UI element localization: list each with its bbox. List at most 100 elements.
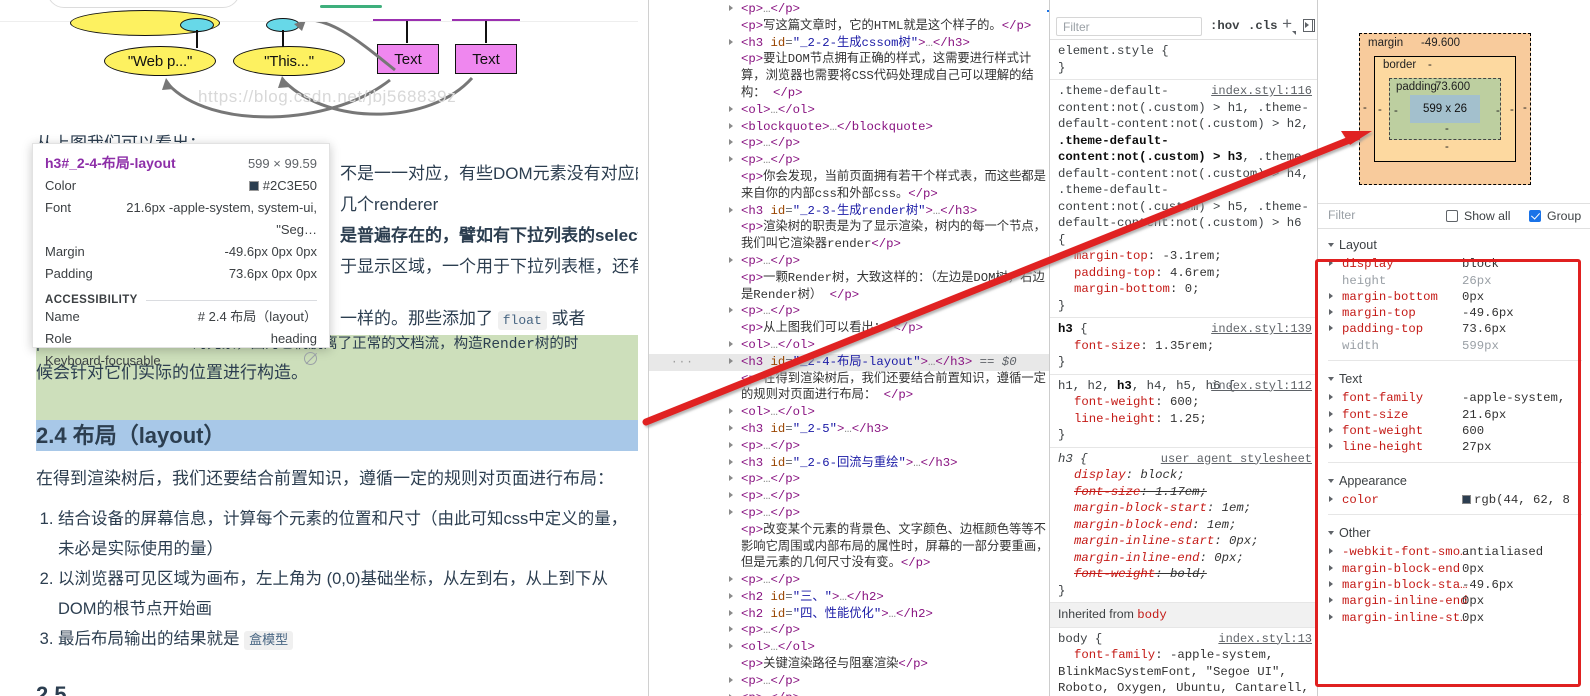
css-declaration[interactable]: margin-bottom: 0; — [1058, 281, 1312, 298]
box-model-diagram[interactable]: margin -49.600 - - - border - - - - padd… — [1359, 33, 1531, 185]
dom-node[interactable]: <ol>…</ol> — [649, 337, 1049, 354]
chevron-right-icon[interactable] — [729, 307, 733, 314]
computed-sidebar-toggle-icon[interactable] — [1303, 19, 1315, 32]
dom-node[interactable]: <ol>…</ol> — [649, 102, 1049, 119]
css-rule[interactable]: element.style {} — [1050, 40, 1317, 80]
dom-node[interactable]: <h2 id="三、">…</h2> — [649, 589, 1049, 606]
dom-node[interactable]: <p>…</p> — [649, 152, 1049, 169]
dom-node[interactable]: <p>写这篇文章时，它的HTML就是这个样子的。</p> — [649, 18, 1049, 35]
css-source-link[interactable]: index.styl:112 — [1211, 378, 1312, 395]
computed-property-row[interactable]: font-weight 600 — [1318, 423, 1590, 439]
dom-node[interactable]: <p>关键渲染路径与阻塞渲染</p> — [649, 656, 1049, 673]
dom-node[interactable]: <p>要让DOM节点拥有正确的样式，这需要进行样式计算，浏览器也需要将CSS代码… — [649, 51, 1049, 101]
dom-node[interactable]: <h3 id="_2-2-生成cssom树">…</h3> — [649, 35, 1049, 52]
chevron-right-icon[interactable] — [729, 592, 733, 599]
show-all-label[interactable]: Show all — [1464, 209, 1510, 223]
chevron-right-icon[interactable] — [1329, 292, 1333, 299]
css-declaration[interactable]: margin-inline-start: 0px; — [1058, 533, 1312, 550]
dom-node[interactable]: <p>…</p> — [649, 471, 1049, 488]
css-selector[interactable]: .theme-default-content:not(.custom) > h1… — [1058, 83, 1312, 248]
chevron-right-icon[interactable] — [1329, 260, 1333, 267]
dom-node[interactable]: <p>从上图我们可以看出： </p> — [649, 320, 1049, 337]
group-label[interactable]: Group — [1547, 209, 1581, 223]
chevron-down-icon[interactable] — [1328, 531, 1334, 536]
chevron-right-icon[interactable] — [729, 609, 733, 616]
dom-node[interactable]: <p>…</p> — [649, 690, 1049, 696]
chevron-right-icon[interactable] — [729, 492, 733, 499]
computed-property-row[interactable]: display block — [1318, 256, 1590, 272]
computed-property-row[interactable]: margin-block-end 0px — [1318, 561, 1590, 577]
css-declaration[interactable]: margin-block-start: 1em; — [1058, 500, 1312, 517]
computed-property-row[interactable]: margin-top -49.6px — [1318, 305, 1590, 321]
computed-group-layout[interactable]: Layout — [1318, 233, 1590, 256]
box-model-content-size[interactable]: 599 x 26 — [1410, 95, 1480, 123]
chevron-right-icon[interactable] — [729, 626, 733, 633]
chevron-right-icon[interactable] — [729, 156, 733, 163]
css-declaration[interactable]: margin-block-end: 1em; — [1058, 517, 1312, 534]
chevron-right-icon[interactable] — [729, 139, 733, 146]
chevron-right-icon[interactable] — [729, 643, 733, 650]
chevron-down-icon[interactable] — [1328, 478, 1334, 483]
dom-node[interactable]: <h3 id="_2-3-生成render树">…</h3> — [649, 203, 1049, 220]
dom-node[interactable]: <p>…</p> — [649, 572, 1049, 589]
dom-node-selected[interactable]: ··· <h3 id="_2-4-布局-layout">…</h3> == $0 — [649, 353, 1049, 371]
chevron-right-icon[interactable] — [729, 424, 733, 431]
css-declaration[interactable]: font-weight: 600; — [1058, 394, 1312, 411]
chevron-right-icon[interactable] — [729, 206, 733, 213]
dom-node[interactable]: <p>…</p> — [649, 1, 1049, 18]
dom-node[interactable]: <ol>…</ol> — [649, 404, 1049, 421]
box-model-padding-left-value[interactable]: - — [1394, 105, 1398, 117]
chevron-right-icon[interactable] — [729, 5, 733, 11]
dom-node[interactable]: <p>…</p> — [649, 673, 1049, 690]
computed-property-row[interactable]: width 599px — [1318, 338, 1590, 354]
chevron-right-icon[interactable] — [1329, 394, 1333, 401]
computed-property-row[interactable]: line-height 27px — [1318, 439, 1590, 455]
box-model-margin-right-value[interactable]: - — [1523, 102, 1527, 114]
css-declaration[interactable]: margin-top: -3.1rem; — [1058, 248, 1312, 265]
css-source-link[interactable]: index.styl:139 — [1211, 321, 1312, 338]
chevron-right-icon[interactable] — [729, 105, 733, 112]
computed-property-row[interactable]: font-family -apple-system, — [1318, 390, 1590, 406]
chevron-right-icon[interactable] — [729, 408, 733, 415]
css-declaration[interactable]: font-size: 1.35rem; — [1058, 338, 1312, 355]
show-all-checkbox[interactable] — [1446, 210, 1458, 222]
box-model-padding-bottom-value[interactable]: - — [1445, 123, 1449, 135]
site-search-box[interactable] — [47, 0, 240, 8]
computed-property-row[interactable]: margin-inline-end0px — [1318, 593, 1590, 609]
box-model-border-bottom-value[interactable]: - — [1445, 141, 1449, 153]
chevron-right-icon[interactable] — [1329, 581, 1333, 588]
chevron-right-icon[interactable] — [1329, 564, 1333, 571]
css-rule[interactable]: index.styl:139 h3 {font-size: 1.35rem;} — [1050, 318, 1317, 375]
css-declaration[interactable]: padding-top: 4.6rem; — [1058, 265, 1312, 282]
css-declaration[interactable]: display: block; — [1058, 467, 1312, 484]
chevron-right-icon[interactable] — [1329, 410, 1333, 417]
inherited-tag[interactable]: body — [1137, 608, 1167, 622]
cls-toggle-button[interactable]: .cls — [1248, 19, 1278, 33]
dom-node[interactable]: <h2 id="四、性能优化">…</h2> — [649, 606, 1049, 623]
css-source-link[interactable]: index.styl:13 — [1218, 631, 1312, 648]
chevron-right-icon[interactable] — [1329, 548, 1333, 555]
css-rule[interactable]: index.styl:13 body {font-family: -apple-s… — [1050, 628, 1317, 696]
chevron-down-icon[interactable] — [1328, 243, 1334, 247]
chevron-right-icon[interactable] — [729, 508, 733, 515]
dom-node[interactable]: <ol>…</ol> — [649, 639, 1049, 656]
computed-property-row[interactable]: -webkit-font-smo…antialiased — [1318, 544, 1590, 560]
dom-node[interactable]: <p>…</p> — [649, 488, 1049, 505]
group-checkbox[interactable] — [1529, 210, 1541, 222]
chevron-right-icon[interactable] — [729, 357, 733, 364]
chevron-right-icon[interactable] — [729, 441, 733, 448]
box-model-border-box[interactable]: border - - - - padding 73.600 - - - 599 … — [1374, 56, 1516, 162]
hov-toggle-button[interactable]: :hov — [1210, 19, 1240, 33]
box-model-padding-top-value[interactable]: 73.600 — [1435, 81, 1470, 93]
dom-node[interactable]: <p>…</p> — [649, 253, 1049, 270]
chevron-right-icon[interactable] — [1329, 597, 1333, 604]
dom-node[interactable]: <p>渲染树的职责是为了显示渲染，树内的每一个节点，我们叫它渲染器render<… — [649, 219, 1049, 253]
chevron-right-icon[interactable] — [729, 340, 733, 347]
computed-property-row[interactable]: font-size 21.6px — [1318, 407, 1590, 423]
dom-node[interactable]: <p>…</p> — [649, 135, 1049, 152]
box-model-border-right-value[interactable]: - — [1510, 104, 1514, 116]
chevron-right-icon[interactable] — [729, 458, 733, 465]
chevron-right-icon[interactable] — [1329, 426, 1333, 433]
computed-property-row[interactable]: margin-block-sta…-49.6px — [1318, 577, 1590, 593]
chevron-right-icon[interactable] — [1329, 309, 1333, 316]
